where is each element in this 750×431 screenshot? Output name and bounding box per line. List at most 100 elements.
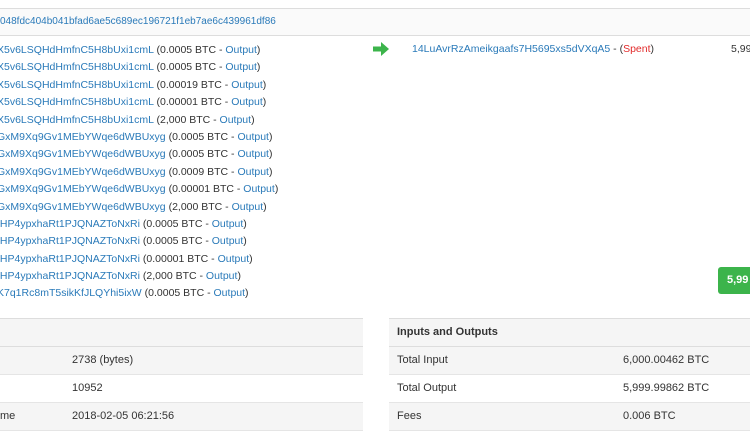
input-address-link[interactable]: X5v6LSQHdHmfnC5H8bUxi1cmL [0, 79, 154, 91]
inputs-outputs-panel: Inputs and Outputs Total Input 6,000.004… [389, 318, 750, 431]
input-close: ) [268, 165, 273, 178]
input-output-link[interactable]: Output [220, 114, 252, 126]
input-amount: (2,000 BTC - [142, 270, 206, 283]
input-output-link[interactable]: Output [218, 253, 250, 265]
fees-label: Fees [397, 410, 422, 422]
io-row: Total Output 5,999.99862 BTC [389, 375, 750, 403]
tx-hash-link[interactable]: 048fdc404b041bfad6ae5c689ec196721f1eb7ae… [0, 16, 276, 27]
input-row: GxM9Xq9Gv1MEbYWqe6dWBUxyg (0.00001 BTC -… [0, 181, 278, 198]
input-output-link[interactable]: Output [212, 218, 244, 230]
input-row: X5v6LSQHdHmfnC5H8bUxi1cmL (0.00001 BTC -… [0, 94, 278, 111]
input-close: ) [262, 78, 267, 91]
input-close: ) [249, 252, 253, 265]
input-close: ) [256, 44, 261, 56]
spent-status: Spent [623, 43, 651, 55]
summary-panel: 2738 (bytes) 10952 me 2018-02-05 06:21:5… [0, 318, 363, 431]
input-output-link[interactable]: Output [237, 131, 269, 143]
input-output-link[interactable]: Output [225, 44, 257, 56]
input-amount: (0.00001 BTC - [156, 96, 232, 109]
input-output-link[interactable]: Output [237, 166, 269, 178]
input-amount: (0.0005 BTC - [168, 148, 238, 161]
input-close: ) [251, 113, 255, 126]
input-amount: (0.0005 BTC - [144, 287, 214, 300]
weight-value: 10952 [72, 382, 103, 394]
input-amount: (0.0005 BTC - [142, 235, 212, 248]
tx-hash-bar: 048fdc404b041bfad6ae5c689ec196721f1eb7ae… [0, 8, 750, 36]
input-amount: (0.00019 BTC - [156, 78, 232, 91]
input-output-link[interactable]: Output [206, 270, 238, 282]
input-row: tHP4ypxhaRt1PJQNAZToNxRi (2,000 BTC - Ou… [0, 268, 278, 285]
input-close: ) [263, 200, 267, 213]
input-row: GxM9Xq9Gv1MEbYWqe6dWBUxyg (0.0009 BTC - … [0, 164, 278, 181]
input-close: ) [268, 148, 273, 161]
input-amount: (0.0005 BTC - [168, 130, 238, 143]
input-address-link[interactable]: tHP4ypxhaRt1PJQNAZToNxRi [0, 253, 140, 265]
input-address-link[interactable]: GxM9Xq9Gv1MEbYWqe6dWBUxyg [0, 148, 166, 160]
input-output-link[interactable]: Output [225, 61, 257, 73]
input-output-link[interactable]: Output [212, 235, 244, 247]
io-row: Total Input 6,000.00462 BTC [389, 347, 750, 375]
input-row: tHP4ypxhaRt1PJQNAZToNxRi (0.0005 BTC - O… [0, 216, 278, 233]
fees-value: 0.006 BTC [623, 410, 676, 422]
input-address-link[interactable]: GxM9Xq9Gv1MEbYWqe6dWBUxyg [0, 201, 166, 213]
input-address-link[interactable]: X5v6LSQHdHmfnC5H8bUxi1cmL [0, 61, 154, 73]
input-address-link[interactable]: K7q1Rc8mT5sikKfJLQYhi5ixW [0, 287, 142, 299]
input-row: GxM9Xq9Gv1MEbYWqe6dWBUxyg (2,000 BTC - O… [0, 199, 278, 216]
output-row: 14LuAvrRzAmeikgaafs7H5695xs5dVXqA5 - (Sp… [412, 42, 654, 56]
input-address-link[interactable]: GxM9Xq9Gv1MEbYWqe6dWBUxyg [0, 131, 166, 143]
summary-row: 10952 [0, 375, 363, 403]
input-address-link[interactable]: X5v6LSQHdHmfnC5H8bUxi1cmL [0, 44, 154, 56]
input-output-link[interactable]: Output [237, 148, 269, 160]
total-output-badge[interactable]: 5,99 [718, 267, 750, 294]
input-row: K7q1Rc8mT5sikKfJLQYhi5ixW (0.0005 BTC - … [0, 285, 278, 302]
input-close: ) [274, 183, 279, 196]
input-output-link[interactable]: Output [214, 287, 246, 299]
summary-row: me 2018-02-05 06:21:56 [0, 403, 363, 431]
size-value: 2738 (bytes) [72, 354, 134, 366]
input-amount: (0.0005 BTC - [156, 44, 226, 56]
input-output-link[interactable]: Output [231, 96, 263, 108]
received-time-value: 2018-02-05 06:21:56 [72, 410, 175, 422]
io-row: Fees 0.006 BTC [389, 403, 750, 431]
input-amount: (2,000 BTC - [168, 200, 232, 213]
input-amount: (0.0005 BTC - [142, 217, 212, 230]
input-amount: (0.0009 BTC - [168, 165, 238, 178]
total-input-label: Total Input [397, 354, 448, 366]
input-close: ) [243, 235, 247, 248]
input-address-link[interactable]: GxM9Xq9Gv1MEbYWqe6dWBUxyg [0, 166, 166, 178]
input-address-link[interactable]: X5v6LSQHdHmfnC5H8bUxi1cmL [0, 96, 154, 108]
output-close: ) [650, 43, 655, 55]
input-address-link[interactable]: tHP4ypxhaRt1PJQNAZToNxRi [0, 270, 140, 282]
input-address-link[interactable]: GxM9Xq9Gv1MEbYWqe6dWBUxyg [0, 183, 166, 195]
input-address-link[interactable]: tHP4ypxhaRt1PJQNAZToNxRi [0, 235, 140, 247]
output-dash: - ( [610, 43, 624, 55]
input-address-link[interactable]: X5v6LSQHdHmfnC5H8bUxi1cmL [0, 114, 154, 126]
input-row: X5v6LSQHdHmfnC5H8bUxi1cmL (0.00019 BTC -… [0, 77, 278, 94]
input-output-link[interactable]: Output [243, 183, 275, 195]
summary-row: 2738 (bytes) [0, 347, 363, 375]
input-close: ) [237, 270, 241, 283]
summary-label: me [0, 410, 16, 422]
summary-header [0, 319, 363, 347]
input-output-link[interactable]: Output [231, 79, 263, 91]
input-amount: (2,000 BTC - [156, 113, 220, 126]
output-amount: 5,99 [731, 43, 750, 55]
input-close: ) [245, 287, 249, 300]
total-output-label: Total Output [397, 382, 457, 394]
input-row: GxM9Xq9Gv1MEbYWqe6dWBUxyg (0.0005 BTC - … [0, 146, 278, 163]
input-row: GxM9Xq9Gv1MEbYWqe6dWBUxyg (0.0005 BTC - … [0, 129, 278, 146]
input-row: tHP4ypxhaRt1PJQNAZToNxRi (0.0005 BTC - O… [0, 233, 278, 250]
io-header: Inputs and Outputs [389, 319, 750, 347]
input-row: tHP4ypxhaRt1PJQNAZToNxRi (0.00001 BTC - … [0, 251, 278, 268]
total-input-value: 6,000.00462 BTC [623, 354, 710, 366]
output-address-link[interactable]: 14LuAvrRzAmeikgaafs7H5695xs5dVXqA5 [412, 43, 610, 55]
input-row: X5v6LSQHdHmfnC5H8bUxi1cmL (2,000 BTC - O… [0, 112, 278, 129]
input-close: ) [262, 96, 267, 109]
input-amount: (0.00001 BTC - [142, 252, 218, 265]
input-output-link[interactable]: Output [232, 201, 264, 213]
input-row: X5v6LSQHdHmfnC5H8bUxi1cmL (0.0005 BTC - … [0, 59, 278, 76]
input-amount: (0.00001 BTC - [168, 183, 244, 196]
total-output-value: 5,999.99862 BTC [623, 382, 710, 394]
arrow-right-icon [373, 42, 389, 56]
input-address-link[interactable]: tHP4ypxhaRt1PJQNAZToNxRi [0, 218, 140, 230]
